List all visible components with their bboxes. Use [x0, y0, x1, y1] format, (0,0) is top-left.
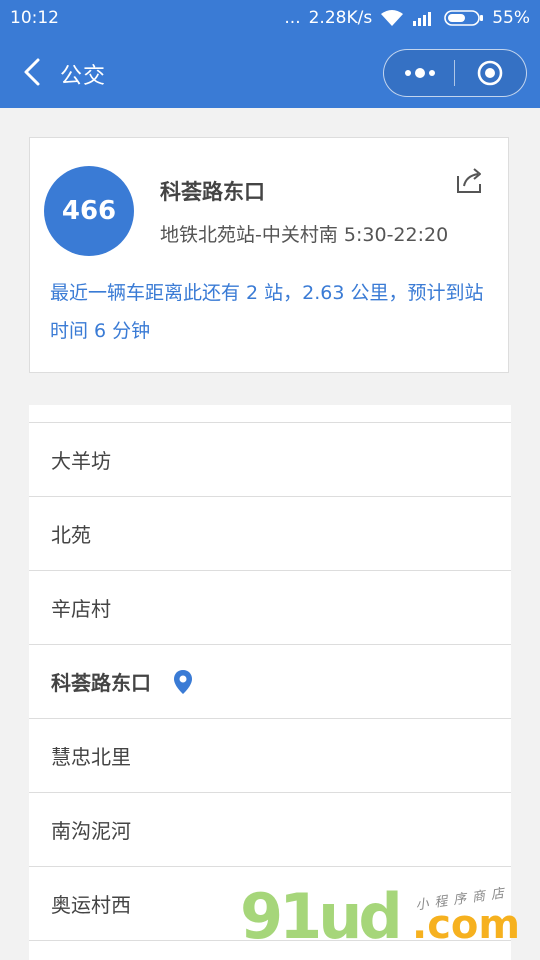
- list-item[interactable]: 南沟泥河: [29, 793, 511, 867]
- wifi-icon: [381, 10, 404, 26]
- route-number-badge: 466: [44, 166, 134, 256]
- stop-name: 科荟路东口: [160, 180, 265, 204]
- share-icon[interactable]: [452, 164, 484, 196]
- status-bar: 10:12 ... 2.28K/s 55%: [0, 0, 540, 36]
- status-battery: 55%: [492, 8, 530, 28]
- watermark-domain: .com: [412, 902, 521, 948]
- route-number: 466: [61, 196, 117, 226]
- nav-bar: 公交: [0, 36, 540, 108]
- stop-label: 奥运村西: [51, 893, 131, 917]
- stop-label: 辛店村: [51, 597, 111, 621]
- bus-info-card: 466 科荟路东口 地铁北苑站-中关村南 5:30-22:20 最近一辆车距离此…: [29, 137, 509, 373]
- stop-list: 大羊坊 北苑 辛店村 科荟路东口 慧忠北里 南沟泥河 奥运村西: [29, 405, 511, 960]
- page-title: 公交: [60, 64, 107, 89]
- status-time: 10:12: [10, 8, 59, 28]
- arrival-tip: 最近一辆车距离此还有 2 站，2.63 公里，预计到站时间 6 分钟: [50, 282, 484, 342]
- route-info: 地铁北苑站-中关村南 5:30-22:20: [160, 224, 449, 246]
- stop-label: 慧忠北里: [51, 745, 131, 769]
- list-item[interactable]: 大羊坊: [29, 423, 511, 497]
- stop-label: 南沟泥河: [51, 819, 131, 843]
- signal-icon: [413, 12, 432, 26]
- chevron-left-icon[interactable]: [18, 54, 48, 90]
- list-item[interactable]: 慧忠北里: [29, 719, 511, 793]
- stop-label: 科荟路东口: [51, 671, 151, 695]
- status-dots: ...: [284, 8, 301, 28]
- close-target-icon[interactable]: [476, 59, 504, 87]
- list-item[interactable]: 辛店村: [29, 571, 511, 645]
- stop-label: 大羊坊: [51, 449, 111, 473]
- battery-icon: [444, 10, 484, 26]
- list-item-current[interactable]: 科荟路东口: [29, 645, 511, 719]
- status-speed: 2.28K/s: [308, 8, 373, 28]
- location-pin-icon: [174, 669, 192, 694]
- list-top-edge: [29, 405, 511, 423]
- more-dots-icon[interactable]: [398, 60, 442, 86]
- watermark-main: 91ud: [240, 880, 403, 953]
- mini-program-capsule: [383, 49, 527, 97]
- list-item[interactable]: 北苑: [29, 497, 511, 571]
- capsule-divider: [454, 60, 455, 86]
- stop-label: 北苑: [51, 523, 91, 547]
- watermark-logo: 91ud 小程序商店 .com: [240, 880, 540, 960]
- status-right: ... 2.28K/s 55%: [284, 8, 530, 28]
